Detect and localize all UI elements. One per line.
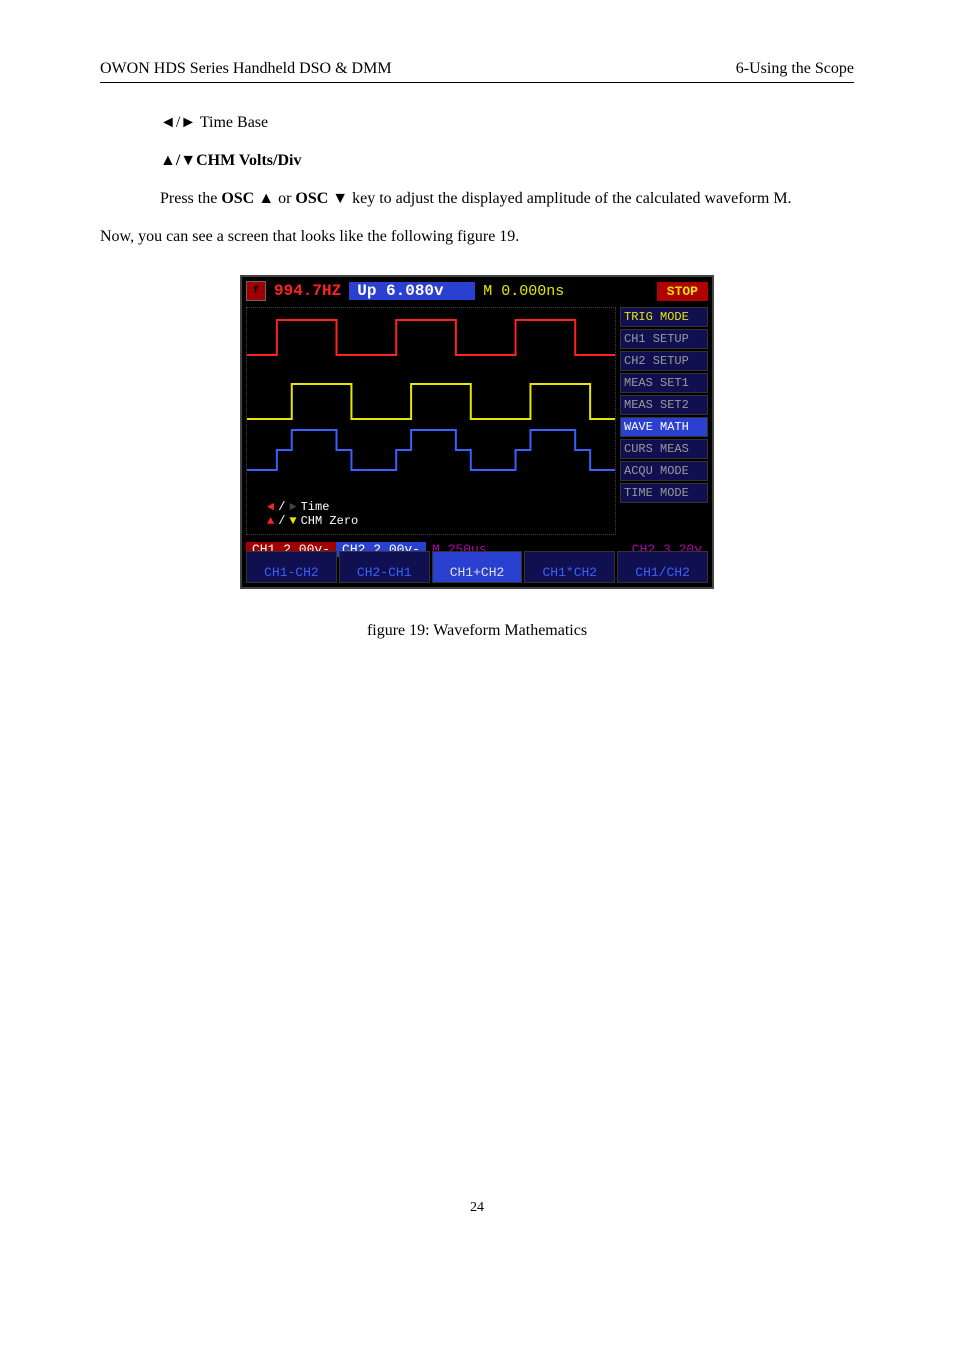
scope-top-bar: f 994.7HZ Up 6.080v M 0.000ns STOP [246,281,708,301]
text-fragment: or [274,190,295,207]
waveform-plot-area: ◄ / ► Time ▲ / ▼ CHM Zero [246,307,616,535]
menu-wave-math[interactable]: WAVE MATH [620,417,708,437]
triangle-right-icon: ► [289,500,296,514]
menu-meas-set2[interactable]: MEAS SET2 [620,395,708,415]
figure-intro: Now, you can see a screen that looks lik… [100,225,854,249]
osc-down-label: OSC ▼ [295,190,348,207]
timebase-line: ◄/► Time Base [100,111,854,135]
math-ch1-div-ch2[interactable]: CH1/CH2 [617,551,708,583]
waveform-math [247,420,615,480]
page-number: 24 [100,1200,854,1216]
menu-ch1-setup[interactable]: CH1 SETUP [620,329,708,349]
triangle-down-icon: ▼ [289,514,296,528]
slash: / [278,500,285,514]
scope-side-menu: TRIG MODE CH1 SETUP CH2 SETUP MEAS SET1 … [620,307,708,503]
navigation-hints: ◄ / ► Time ▲ / ▼ CHM Zero [267,500,358,528]
menu-trig-mode[interactable]: TRIG MODE [620,307,708,327]
triangle-up-icon: ▲ [267,514,274,528]
text-fragment: Press the [160,190,221,207]
math-ch1-minus-ch2[interactable]: CH1-CH2 [246,551,337,583]
hint-chm-label: CHM Zero [301,514,359,528]
bmenu-label: CH1+CH2 [450,565,505,580]
header-left: OWON HDS Series Handheld DSO & DMM [100,60,392,78]
math-ch1-plus-ch2[interactable]: IXCH1+CH2 [432,551,523,583]
menu-curs-meas[interactable]: CURS MEAS [620,439,708,459]
waveform-ch1 [247,310,615,370]
header-right: 6-Using the Scope [736,60,854,78]
figure-caption: figure 19: Waveform Mathematics [100,622,854,640]
text-fragment: key to adjust the displayed amplitude of… [348,190,791,207]
menu-meas-set1[interactable]: MEAS SET1 [620,373,708,393]
menu-time-mode[interactable]: TIME MODE [620,483,708,503]
scope-bottom-menu: CH1-CH2 CH2-CH1 IXCH1+CH2 CH1*CH2 CH1/CH… [246,551,708,583]
corner-indicator: f [246,281,266,301]
bmenu-label: CH1-CH2 [264,565,319,580]
triangle-left-icon: ◄ [267,500,274,514]
slash: / [278,514,285,528]
osc-up-label: OSC ▲ [221,190,274,207]
osc-instruction: Press the OSC ▲ or OSC ▼ key to adjust t… [100,187,854,211]
chm-line: ▲/▼CHM Volts/Div [100,149,854,173]
bmenu-label: CH2-CH1 [357,565,412,580]
menu-ch2-setup[interactable]: CH2 SETUP [620,351,708,371]
run-status: STOP [657,282,708,301]
figure-wrap: f 994.7HZ Up 6.080v M 0.000ns STOP TRIG … [100,275,854,640]
oscilloscope-screenshot: f 994.7HZ Up 6.080v M 0.000ns STOP TRIG … [240,275,714,589]
hint-time-label: Time [301,500,330,514]
bmenu-label: CH1*CH2 [542,565,597,580]
page-header: OWON HDS Series Handheld DSO & DMM 6-Usi… [100,60,854,83]
vp-readout: Up 6.080v [349,282,475,300]
math-ch1-times-ch2[interactable]: CH1*CH2 [524,551,615,583]
menu-acqu-mode[interactable]: ACQU MODE [620,461,708,481]
math-ch2-minus-ch1[interactable]: CH2-CH1 [339,551,430,583]
m-time-readout: M 0.000ns [475,283,572,300]
frequency-readout: 994.7HZ [266,282,349,300]
bmenu-label: CH1/CH2 [635,565,690,580]
ix-label: IX [433,555,522,565]
